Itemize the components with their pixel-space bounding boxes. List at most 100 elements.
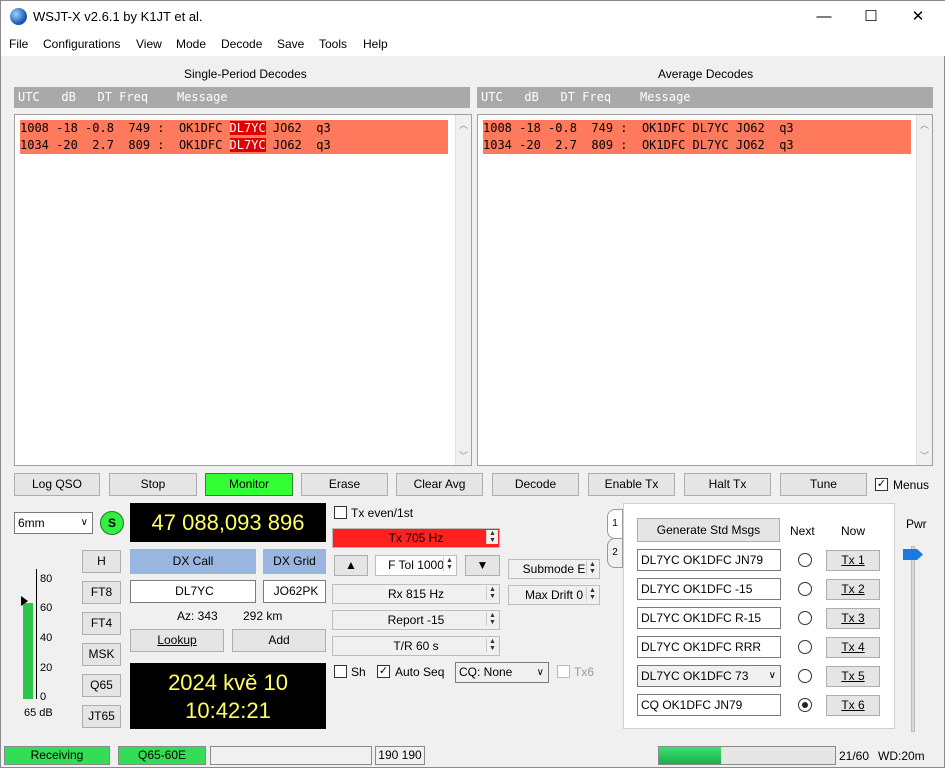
tx5-button[interactable]: Tx 5 <box>826 666 880 687</box>
single-period-header: UTC dB DT Freq Message <box>14 87 470 108</box>
tx2-next-radio[interactable] <box>798 582 812 596</box>
tx1-button[interactable]: Tx 1 <box>826 550 880 571</box>
log-qso-button[interactable]: Log QSO <box>14 473 100 496</box>
spin-arrows-icon[interactable]: ▲ ▼ <box>586 561 598 575</box>
auto-seq-checkbox[interactable]: ✓ <box>377 665 390 678</box>
mode-ft8-button[interactable]: FT8 <box>82 581 121 604</box>
rx-frequency-spinbox[interactable]: Rx 815 Hz ▲ ▼ <box>332 584 500 604</box>
meter-tick: 40 <box>40 632 53 644</box>
single-period-decode-list[interactable]: 1008 -18 -0.8 749 : OK1DFC DL7YC JO62 q3… <box>14 114 472 466</box>
spin-arrows-icon[interactable]: ▲ ▼ <box>586 587 598 601</box>
tx6-checkbox[interactable] <box>557 665 570 678</box>
mode-msk-button[interactable]: MSK <box>82 643 121 666</box>
tx-even-checkbox[interactable] <box>334 506 347 519</box>
tr-period-spinbox[interactable]: T/R 60 s ▲ ▼ <box>332 636 500 656</box>
vertical-scrollbar[interactable]: ︿ ﹀ <box>455 115 471 465</box>
tx2-message-input[interactable]: DL7YC OK1DFC -15 <box>637 578 781 600</box>
submode-spinbox[interactable]: Submode E ▲ ▼ <box>508 559 600 579</box>
spin-arrows-icon[interactable]: ▲ ▼ <box>443 557 455 571</box>
scroll-up-icon[interactable]: ︿ <box>459 118 468 131</box>
tx5-message-select[interactable]: DL7YC OK1DFC 73 ∨ <box>637 665 781 687</box>
decode-button[interactable]: Decode <box>492 473 579 496</box>
wsjtx-window: WSJT-X v2.6.1 by K1JT et al. — ☐ ✕ File … <box>0 0 945 768</box>
menu-view[interactable]: View <box>136 37 162 51</box>
maximize-button[interactable]: ☐ <box>848 1 894 32</box>
clear-avg-button[interactable]: Clear Avg <box>396 473 483 496</box>
spin-arrows-icon[interactable]: ▲ ▼ <box>486 586 498 600</box>
spin-arrows-icon[interactable]: ▲ ▼ <box>486 612 498 626</box>
sh-checkbox[interactable] <box>334 665 347 678</box>
decode-row[interactable]: 1008 -18 -0.8 749 : OK1DFC DL7YC JO62 q3 <box>483 120 911 137</box>
menu-configurations[interactable]: Configurations <box>43 37 120 51</box>
dx-call-input[interactable]: DL7YC <box>130 580 256 603</box>
tx4-next-radio[interactable] <box>798 640 812 654</box>
band-select[interactable]: 6mm ∨ <box>14 512 93 534</box>
tx6-button[interactable]: Tx 6 <box>826 695 880 716</box>
mode-jt65-button[interactable]: JT65 <box>82 705 121 728</box>
tune-button[interactable]: Tune <box>780 473 867 496</box>
tx3-message-input[interactable]: DL7YC OK1DFC R-15 <box>637 607 781 629</box>
std-messages-panel: Generate Std Msgs Next Now DL7YC OK1DFC … <box>623 503 895 729</box>
minimize-button[interactable]: — <box>801 1 847 32</box>
menus-checkbox[interactable]: ✓ <box>875 478 888 491</box>
menu-tools[interactable]: Tools <box>319 37 347 51</box>
mode-q65-button[interactable]: Q65 <box>82 674 121 697</box>
report-spinbox[interactable]: Report -15 ▲ ▼ <box>332 610 500 630</box>
scroll-down-icon[interactable]: ﹀ <box>920 449 929 462</box>
menu-file[interactable]: File <box>9 37 28 51</box>
average-decode-list[interactable]: 1008 -18 -0.8 749 : OK1DFC DL7YC JO62 q3… <box>477 114 933 466</box>
tx4-button[interactable]: Tx 4 <box>826 637 880 658</box>
tx3-button[interactable]: Tx 3 <box>826 608 880 629</box>
tx6-message-input[interactable]: CQ OK1DFC JN79 <box>637 694 781 716</box>
spin-arrows-icon[interactable]: ▲ ▼ <box>486 638 498 652</box>
lookup-button[interactable]: Lookup <box>130 629 224 652</box>
level-pointer-icon <box>21 596 28 606</box>
max-drift-spinbox[interactable]: Max Drift 0 ▲ ▼ <box>508 585 600 605</box>
tab-2[interactable]: 2 <box>607 538 623 568</box>
add-button[interactable]: Add <box>232 629 326 652</box>
menu-help[interactable]: Help <box>363 37 388 51</box>
decode-row[interactable]: 1008 -18 -0.8 749 : OK1DFC DL7YC JO62 q3 <box>20 120 448 137</box>
menus-label: Menus <box>893 478 930 492</box>
tx5-next-radio[interactable] <box>798 669 812 683</box>
monitor-button[interactable]: Monitor <box>205 473 293 496</box>
vertical-scrollbar[interactable]: ︿ ﹀ <box>916 115 932 465</box>
level-meter: 80 60 40 20 0 65 dB <box>14 549 74 721</box>
tx3-next-radio[interactable] <box>798 611 812 625</box>
decode-row[interactable]: 1034 -20 2.7 809 : OK1DFC DL7YC JO62 q3 <box>483 137 911 154</box>
scroll-up-icon[interactable]: ︿ <box>920 118 929 131</box>
meter-tick: 0 <box>40 691 47 703</box>
cq-select[interactable]: CQ: None ∨ <box>455 662 549 683</box>
tx1-message-input[interactable]: DL7YC OK1DFC JN79 <box>637 549 781 571</box>
tx4-message-input[interactable]: DL7YC OK1DFC RRR <box>637 636 781 658</box>
auto-seq-label: Auto Seq <box>395 665 445 679</box>
menu-mode[interactable]: Mode <box>176 37 206 51</box>
tx6-next-radio[interactable] <box>798 698 812 712</box>
level-value: 65 dB <box>24 707 53 719</box>
enable-tx-button[interactable]: Enable Tx <box>588 473 675 496</box>
pwr-slider-handle[interactable] <box>903 549 923 560</box>
generate-std-msgs-button[interactable]: Generate Std Msgs <box>637 518 780 542</box>
tx-frequency-spinbox[interactable]: Tx 705 Hz ▲ ▼ <box>332 528 500 548</box>
tx2-button[interactable]: Tx 2 <box>826 579 880 600</box>
freq-down-button[interactable]: ▼ <box>465 555 500 576</box>
pwr-slider-track[interactable] <box>911 546 915 732</box>
stop-button[interactable]: Stop <box>109 473 197 496</box>
halt-tx-button[interactable]: Halt Tx <box>684 473 771 496</box>
decode-row[interactable]: 1034 -20 2.7 809 : OK1DFC DL7YC JO62 q3 <box>20 137 448 154</box>
tab-1[interactable]: 1 <box>607 509 623 539</box>
mode-h-button[interactable]: H <box>82 550 121 573</box>
spin-arrows-icon[interactable]: ▲ ▼ <box>486 530 498 544</box>
freq-up-button[interactable]: ▲ <box>334 555 368 576</box>
menu-decode[interactable]: Decode <box>221 37 262 51</box>
tx1-next-radio[interactable] <box>798 553 812 567</box>
watchdog-status: WD:20m <box>878 749 925 763</box>
close-button[interactable]: ✕ <box>895 1 941 32</box>
erase-button[interactable]: Erase <box>301 473 388 496</box>
menu-save[interactable]: Save <box>277 37 304 51</box>
dx-grid-input[interactable]: JO62PK <box>263 580 326 603</box>
scroll-down-icon[interactable]: ﹀ <box>459 449 468 462</box>
s-meter-indicator[interactable]: S <box>100 511 124 535</box>
mode-ft4-button[interactable]: FT4 <box>82 612 121 635</box>
ftol-spinbox[interactable]: F Tol 1000 ▲ ▼ <box>375 555 457 576</box>
